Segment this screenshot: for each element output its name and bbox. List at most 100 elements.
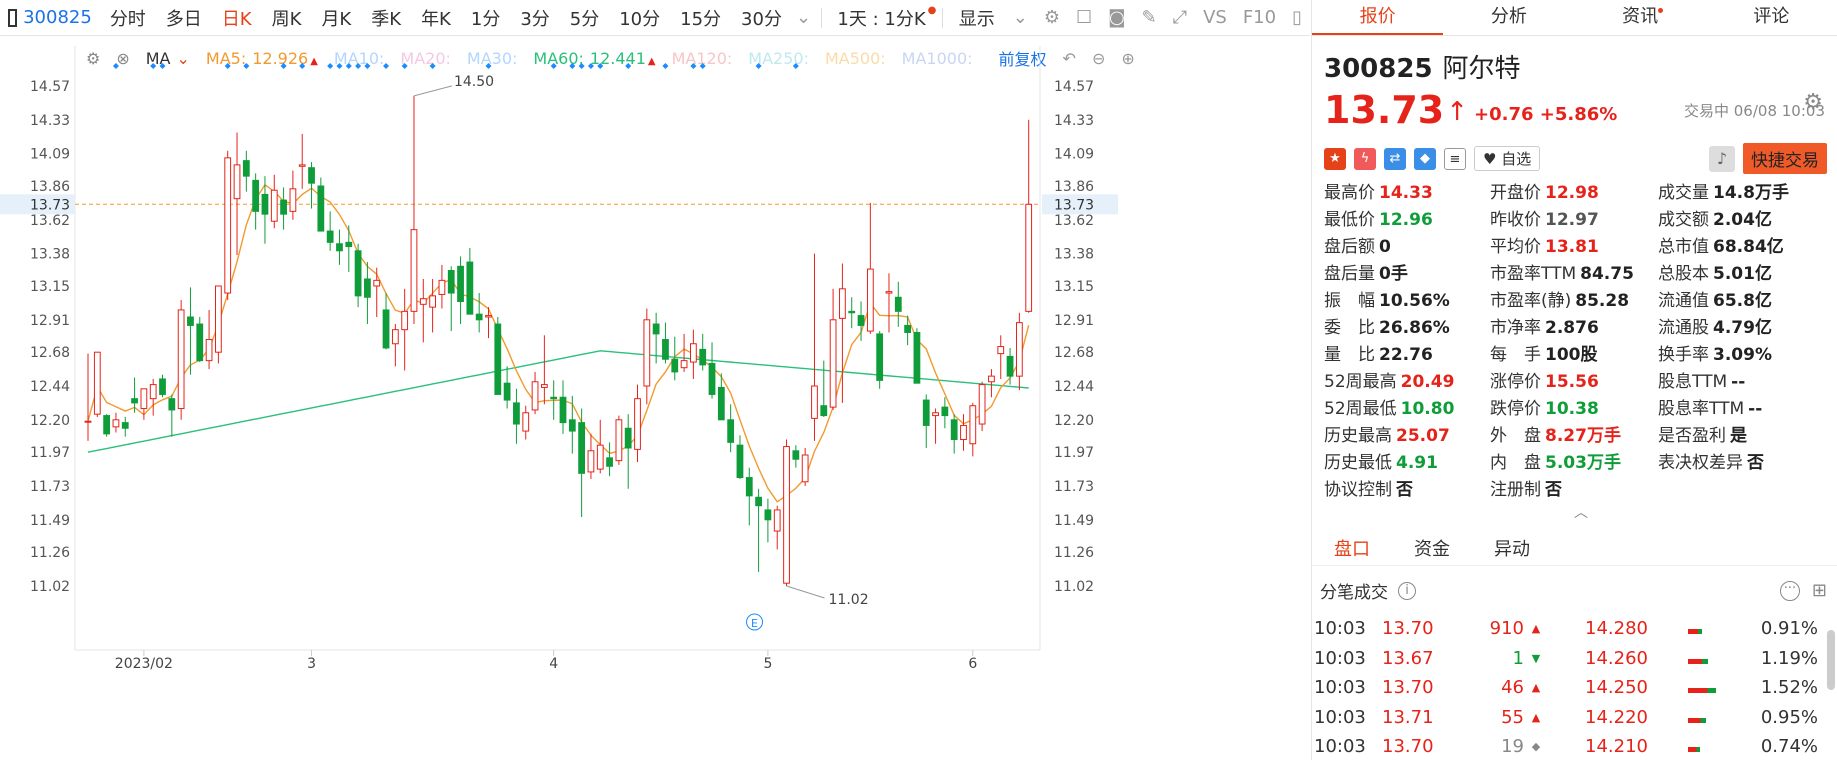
period-tab[interactable]: 季K xyxy=(361,5,411,31)
info-icon[interactable]: i xyxy=(1398,582,1416,600)
quote-key: 成交额 xyxy=(1658,210,1709,230)
fullscreen-icon[interactable]: ⤢ xyxy=(1173,7,1187,28)
tab-anomaly[interactable]: 异动 xyxy=(1494,535,1530,561)
heart-icon: ♥ xyxy=(1483,150,1496,168)
quote-item: 流通值65.8亿 xyxy=(1658,290,1837,313)
tick-price: 13.67 xyxy=(1382,648,1444,669)
y-tick-label-left: 12.44 xyxy=(30,379,70,395)
scrollbar[interactable] xyxy=(1827,630,1835,690)
candle-body xyxy=(188,317,194,325)
y-tick-label-left: 13.38 xyxy=(30,247,70,263)
level-price: 14.210 xyxy=(1548,736,1648,757)
shuffle-icon[interactable]: ⇄ xyxy=(1384,148,1406,170)
level-bar xyxy=(1648,648,1718,669)
tab-news[interactable]: 资讯 xyxy=(1575,0,1706,35)
candle-body xyxy=(141,389,147,409)
candle-body xyxy=(551,397,557,398)
gear-icon[interactable]: ⚙ xyxy=(1044,7,1060,28)
quote-key: 市盈率TTM xyxy=(1490,264,1576,284)
candle-body xyxy=(402,311,408,329)
y-tick-label-left: 14.57 xyxy=(30,79,70,95)
display-menu[interactable]: 显示 xyxy=(949,5,1005,31)
chevron-down-icon[interactable]: ⌄ xyxy=(1013,7,1028,28)
candle-body xyxy=(867,269,873,331)
candle-body xyxy=(653,324,659,334)
chart-toolbar: 300825 分时多日日K周K月K季K年K1分3分5分10分15分30分 ⌄ 1… xyxy=(0,0,1310,36)
quote-item: 股息TTM-- xyxy=(1658,371,1837,394)
add-watchlist-button[interactable]: ♥ 自选 xyxy=(1474,146,1540,171)
right-tabs: 报价 分析 资讯 评论 xyxy=(1312,0,1837,36)
quote-key: 盘后额 xyxy=(1324,237,1375,257)
y-tick-label-right: 11.73 xyxy=(1054,479,1094,495)
quote-key: 涨停价 xyxy=(1490,372,1541,392)
period-tab[interactable]: 5分 xyxy=(560,5,609,31)
period-tab[interactable]: 10分 xyxy=(609,5,670,31)
period-tab[interactable]: 月K xyxy=(311,5,361,31)
range-select[interactable]: 1天 : 1分K xyxy=(827,5,935,31)
y-tick-label-right: 14.09 xyxy=(1054,147,1094,163)
y-tick-label-right: 11.02 xyxy=(1054,579,1094,595)
level-pct: 0.95% xyxy=(1718,707,1818,728)
y-tick-label-right: 11.49 xyxy=(1054,513,1094,529)
period-tab[interactable]: 1分 xyxy=(461,5,510,31)
event-marker xyxy=(225,63,231,69)
period-tab[interactable]: 30分 xyxy=(731,5,792,31)
low-annotation: 11.02 xyxy=(829,592,869,608)
y-tick-label-right: 12.91 xyxy=(1054,313,1094,329)
period-tab[interactable]: 3分 xyxy=(510,5,559,31)
tick-row: 10:0313.70910▲14.2800.91% xyxy=(1312,614,1837,644)
event-marker xyxy=(327,63,333,69)
collapse-icon[interactable]: ︿ xyxy=(1574,502,1588,522)
f10-button[interactable]: F10 xyxy=(1243,7,1276,28)
list-icon[interactable]: ≡ xyxy=(1444,148,1466,170)
tab-funds[interactable]: 资金 xyxy=(1414,535,1450,561)
period-tab[interactable]: 周K xyxy=(262,5,312,31)
more-icon[interactable]: ··· xyxy=(1780,581,1800,601)
candle-body xyxy=(197,324,203,361)
y-tick-label-left: 11.49 xyxy=(30,513,70,529)
quote-item: 表决权差异否 xyxy=(1658,452,1837,475)
candle-body xyxy=(281,200,287,214)
lightning-icon[interactable]: ϟ xyxy=(1354,148,1376,170)
kline-chart[interactable]: ⚙ ⊗ MA ⌄ MA5:12.926▲ MA10: MA20: MA30: M… xyxy=(0,36,1310,760)
tab-quote[interactable]: 报价 xyxy=(1312,0,1443,35)
quote-key: 盘后量 xyxy=(1324,264,1375,284)
tab-comments[interactable]: 评论 xyxy=(1706,0,1837,35)
flag-icon[interactable]: ★ xyxy=(1324,148,1346,170)
candle-body xyxy=(476,314,482,320)
period-tab[interactable]: 15分 xyxy=(670,5,731,31)
tick-price: 13.70 xyxy=(1382,736,1444,757)
tab-orderbook[interactable]: 盘口 xyxy=(1334,535,1370,561)
kline-svg[interactable]: 14.5714.5714.3314.3314.0914.0913.8613.86… xyxy=(0,36,1310,760)
tick-volume: 46 xyxy=(1444,677,1524,698)
checkbox-icon[interactable]: ☐ xyxy=(1076,7,1092,28)
layout-icon[interactable] xyxy=(8,9,17,27)
tab-analysis[interactable]: 分析 xyxy=(1443,0,1574,35)
stock-code: 300825 xyxy=(1324,54,1433,84)
vs-button[interactable]: VS xyxy=(1203,7,1227,28)
layout-icon[interactable]: ⊞ xyxy=(1812,580,1827,601)
pencil-icon[interactable]: ✎ xyxy=(1142,7,1157,28)
period-dropdown-icon[interactable]: ⌄ xyxy=(792,7,815,28)
candle-body xyxy=(132,399,138,403)
quote-item: 注册制否 xyxy=(1490,479,1658,502)
candle-body xyxy=(206,340,212,361)
quick-trade-button[interactable]: 快捷交易 xyxy=(1743,143,1827,174)
period-tab[interactable]: 多日 xyxy=(156,5,212,31)
level-pct: 1.19% xyxy=(1718,648,1818,669)
quote-value: 26.86% xyxy=(1379,318,1450,338)
quote-key: 平均价 xyxy=(1490,237,1541,257)
panel-toggle-icon[interactable]: ▯ xyxy=(1292,7,1302,28)
period-tab[interactable]: 分时 xyxy=(100,5,156,31)
event-marker xyxy=(243,63,249,69)
bell-icon[interactable]: ♪ xyxy=(1709,146,1735,172)
price-change: +0.76 +5.86% xyxy=(1474,104,1617,125)
y-tick-label-right: 13.62 xyxy=(1054,213,1094,229)
camera-icon[interactable]: ◙ xyxy=(1108,7,1125,28)
tag-icon[interactable]: ◆ xyxy=(1414,148,1436,170)
stock-code[interactable]: 300825 xyxy=(23,7,92,28)
period-tab[interactable]: 年K xyxy=(411,5,461,31)
period-tab[interactable]: 日K xyxy=(212,5,262,31)
annotation-line xyxy=(414,86,452,96)
candle-body xyxy=(774,510,780,531)
